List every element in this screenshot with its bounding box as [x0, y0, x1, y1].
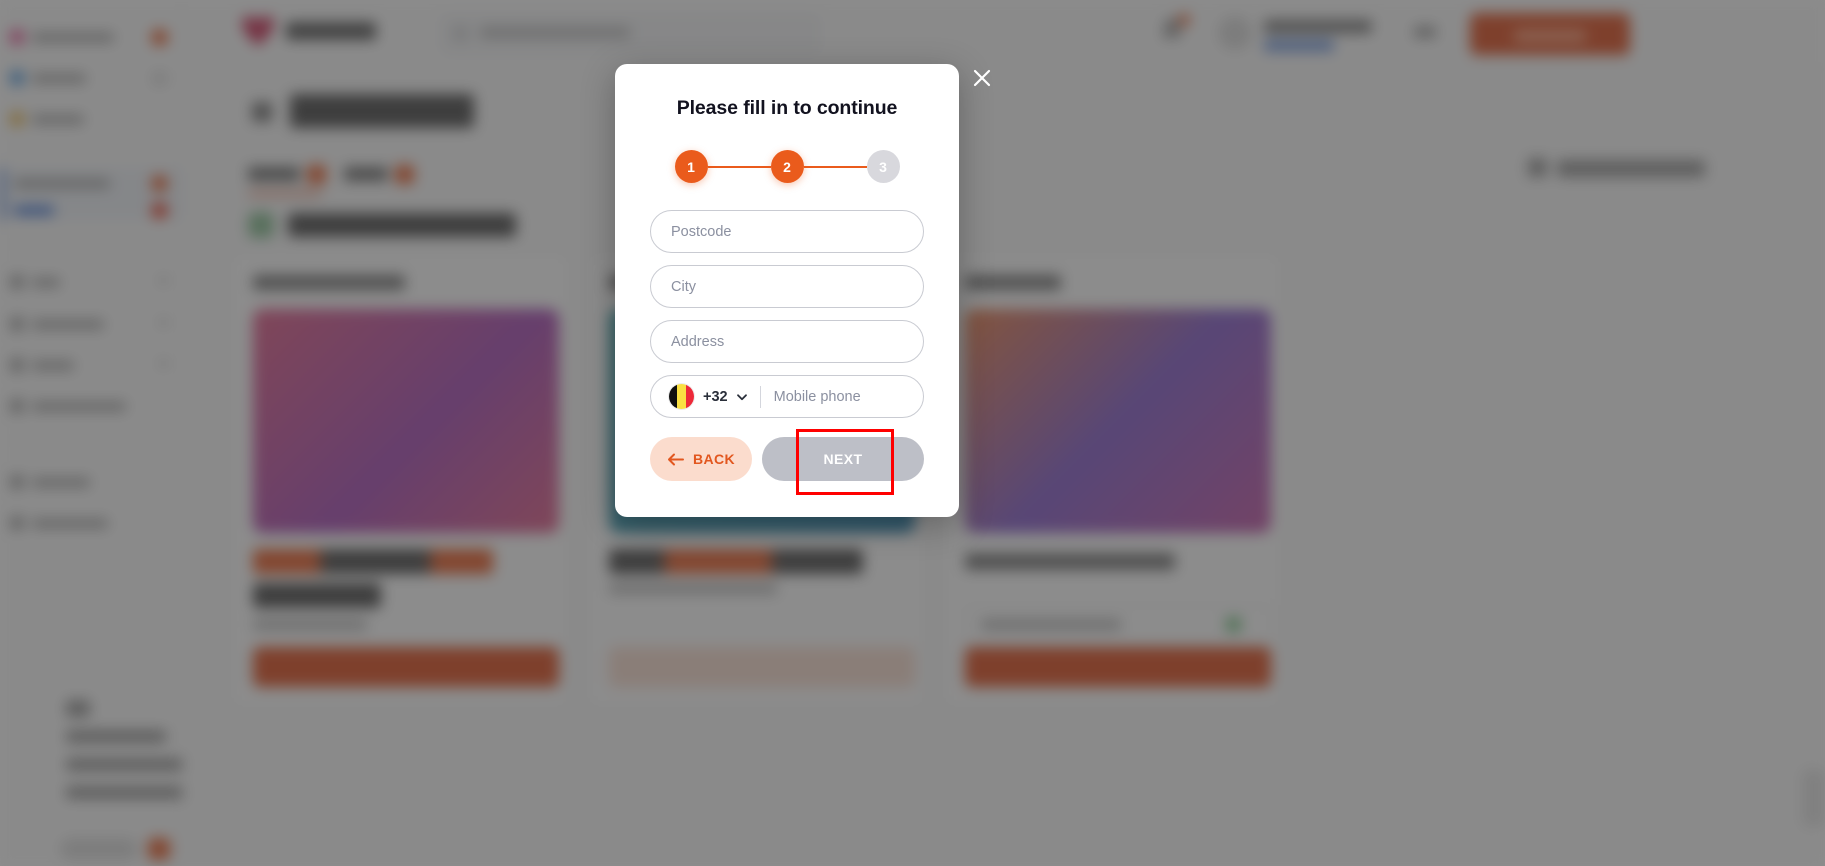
close-icon	[973, 69, 991, 87]
step-3[interactable]: 3	[866, 150, 900, 183]
city-input[interactable]	[651, 266, 923, 307]
dial-code[interactable]: +32	[703, 389, 728, 405]
address-field[interactable]	[650, 320, 924, 363]
belgium-flag-icon	[669, 384, 694, 409]
chevron-down-icon[interactable]	[736, 391, 748, 403]
modal-title: Please fill in to continue	[676, 97, 898, 119]
phone-field[interactable]: +32	[650, 375, 924, 418]
postcode-field[interactable]	[650, 210, 924, 253]
fill-in-modal: Please fill in to continue 1 2 3 +32	[615, 64, 959, 517]
step-2[interactable]: 2	[770, 150, 804, 183]
city-field[interactable]	[650, 265, 924, 308]
arrow-left-icon	[667, 453, 684, 465]
postcode-input[interactable]	[651, 211, 923, 252]
back-button-label: BACK	[692, 451, 736, 467]
back-button[interactable]: BACK	[650, 437, 752, 481]
close-button[interactable]	[968, 64, 996, 92]
next-button[interactable]: NEXT	[762, 437, 924, 481]
step-3-label: 3	[879, 158, 887, 175]
address-input[interactable]	[651, 321, 923, 362]
step-2-label: 2	[783, 158, 791, 175]
step-1[interactable]: 1	[674, 150, 708, 183]
stepper: 1 2 3	[615, 150, 959, 183]
mobile-phone-input[interactable]	[760, 376, 923, 417]
step-line-1	[707, 165, 771, 168]
step-1-label: 1	[687, 158, 695, 175]
step-line-2	[803, 165, 867, 168]
